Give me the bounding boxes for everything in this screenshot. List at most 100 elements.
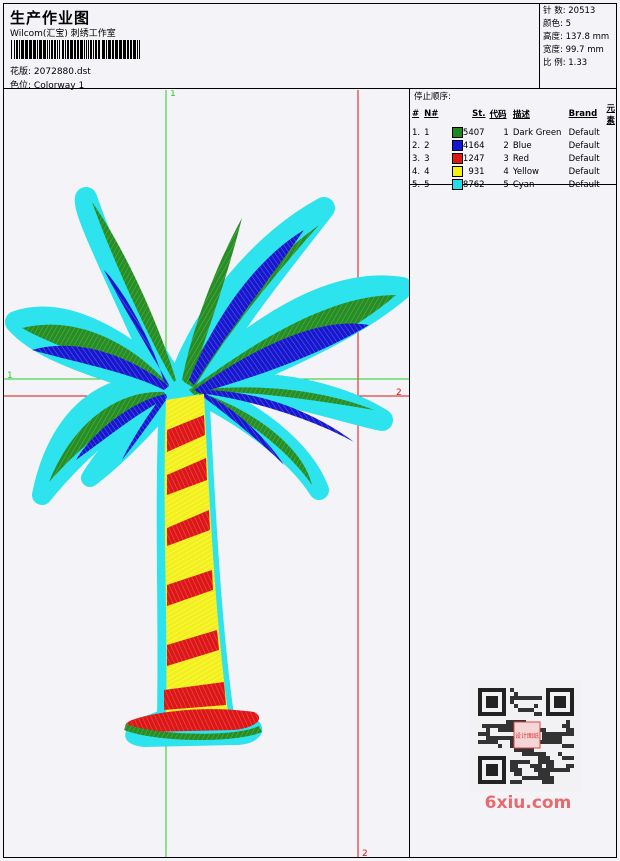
qr-module <box>514 696 518 700</box>
barcode-bar <box>16 40 18 59</box>
row-brand: Default <box>568 179 600 190</box>
pattern-value: 2072880.dst <box>33 67 91 77</box>
palm-tree-embroidery <box>5 187 409 747</box>
qr-module <box>510 764 514 768</box>
qr-module <box>510 744 514 748</box>
qr-module <box>522 752 526 756</box>
qr-module <box>538 772 542 776</box>
barcode-bar <box>62 40 64 59</box>
qr-module <box>514 772 518 776</box>
qr-module <box>554 768 558 772</box>
pattern-line: 花版: 2072880.dst <box>10 64 91 77</box>
qr-module <box>526 748 530 752</box>
guide-label-v2: 2 <box>362 849 368 857</box>
qr-module <box>534 764 538 768</box>
row-description: Yellow <box>512 166 539 177</box>
barcode-bar <box>119 40 122 59</box>
barcode-bar <box>115 40 118 59</box>
qr-module <box>538 696 542 700</box>
qr-module <box>562 744 566 748</box>
qr-module <box>526 696 530 700</box>
barcode-bar <box>90 40 92 59</box>
qr-module <box>550 736 554 740</box>
qr-module <box>534 704 538 708</box>
row-code: 1 <box>503 127 509 138</box>
stitch-count: 针 数: 20513 <box>543 6 596 16</box>
qr-module <box>538 712 542 716</box>
qr-module <box>558 740 562 744</box>
qr-module <box>542 772 546 776</box>
qr-module <box>526 776 530 780</box>
embroidery-canvas: 1 2 1 2 <box>4 90 409 857</box>
qr-module <box>494 736 498 740</box>
qr-module <box>546 772 550 776</box>
qr-module <box>562 768 566 772</box>
row-needle: 2 <box>424 140 430 151</box>
row-index: 3. <box>412 153 421 164</box>
barcode-bar <box>47 40 48 59</box>
qr-module <box>566 756 570 760</box>
qr-module <box>566 764 570 768</box>
barcode-bar <box>86 40 87 59</box>
color-count: 颜色: 5 <box>543 19 571 29</box>
qr-module <box>542 740 546 744</box>
col-header-stitches: St. <box>472 109 486 119</box>
barcode-bar <box>14 40 15 59</box>
barcode-bar <box>67 40 69 59</box>
qr-module <box>514 692 518 696</box>
qr-module <box>550 768 554 772</box>
qr-module <box>510 724 514 728</box>
qr-module <box>526 708 530 712</box>
row-brand: Default <box>568 166 600 177</box>
col-header-description: 描述 <box>512 110 530 120</box>
row-code: 3 <box>503 153 509 164</box>
barcode-bar <box>127 40 129 59</box>
table-row: 5. 5 8762 5 Cyan Default <box>410 178 617 191</box>
header: 生产作业图 Wilcom(汇宝) 刺绣工作室 花版: 2072880.dst 色… <box>3 3 617 91</box>
barcode-bar <box>133 40 136 59</box>
qr-module <box>510 700 514 704</box>
watermark-text: 6xiu.com <box>485 793 572 810</box>
guide-label-h1: 1 <box>7 371 13 381</box>
barcode-bar <box>59 40 60 59</box>
qr-module <box>526 752 530 756</box>
qr-module <box>482 724 486 728</box>
barcode-bar <box>51 40 53 59</box>
barcode-bar <box>98 40 100 59</box>
barcode-bar <box>137 40 138 59</box>
qr-module <box>538 764 542 768</box>
barcode-bar <box>70 40 73 59</box>
qr-module <box>498 736 502 740</box>
qr-module <box>550 764 554 768</box>
qr-module <box>566 732 570 736</box>
qr-module <box>510 728 514 732</box>
row-brand: Default <box>568 127 600 138</box>
qr-module <box>518 760 522 764</box>
color-swatch <box>451 153 463 164</box>
qr-module <box>566 768 570 772</box>
qr-module <box>570 728 574 732</box>
qr-module <box>506 720 510 724</box>
qr-module <box>502 724 506 728</box>
qr-module <box>506 736 510 740</box>
page-title: 生产作业图 <box>10 9 91 27</box>
qr-module <box>518 708 522 712</box>
qr-module <box>502 736 506 740</box>
col-header-index: # <box>412 109 420 119</box>
qr-module <box>542 768 546 772</box>
qr-module <box>486 728 490 732</box>
qr-module <box>518 696 522 700</box>
qr-module <box>514 760 518 764</box>
barcode-bar <box>102 40 105 59</box>
qr-module <box>558 768 562 772</box>
qr-module <box>562 756 566 760</box>
qr-module <box>542 776 546 780</box>
side-divider <box>409 185 410 858</box>
col-header-brand: Brand <box>568 109 598 119</box>
qr-module <box>522 776 526 780</box>
qr-module <box>534 752 538 756</box>
qr-module <box>514 748 518 752</box>
barcode-bar <box>139 40 140 59</box>
qr-module <box>522 708 526 712</box>
qr-module <box>550 740 554 744</box>
